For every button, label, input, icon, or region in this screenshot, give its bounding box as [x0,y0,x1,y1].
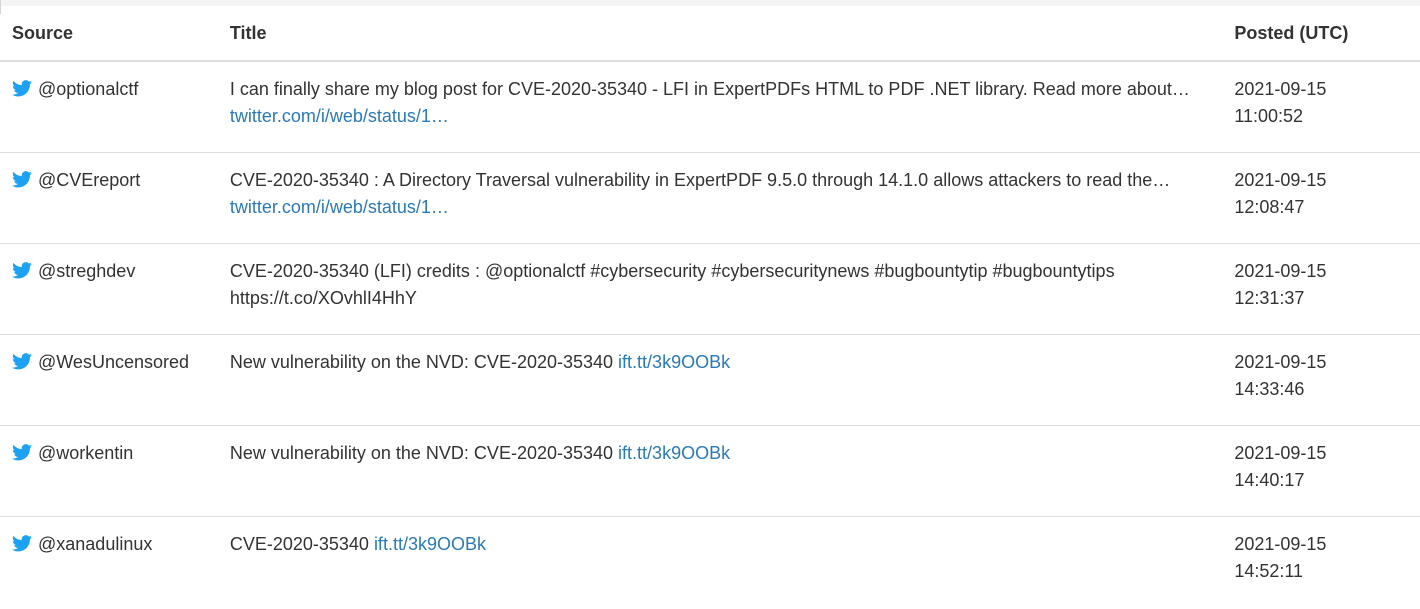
title-cell: I can finally share my blog post for CVE… [218,61,1222,153]
source-cell: @xanadulinux [0,517,218,609]
posted-date: 2021-09-15 [1234,534,1326,554]
twitter-bird-icon [12,171,32,188]
posted-time: 12:08:47 [1234,197,1304,217]
posted-cell: 2021-09-15 12:08:47 [1222,153,1420,244]
source-cell: @workentin [0,426,218,517]
posted-cell: 2021-09-15 11:00:52 [1222,61,1420,153]
tweet-text: CVE-2020-35340 [230,534,374,554]
posted-cell: 2021-09-15 14:33:46 [1222,335,1420,426]
table-row: @WesUncensored New vulnerability on the … [0,335,1420,426]
column-header-title: Title [218,6,1222,61]
column-header-source: Source [0,6,218,61]
source-handle-link[interactable]: @xanadulinux [38,534,152,554]
table-row: @optionalctf I can finally share my blog… [0,61,1420,153]
posted-cell: 2021-09-15 14:52:11 [1222,517,1420,609]
tweet-text: I can finally share my blog post for CVE… [230,79,1190,99]
tweet-link[interactable]: twitter.com/i/web/status/1… [230,106,449,126]
posted-date: 2021-09-15 [1234,261,1326,281]
source-cell: @WesUncensored [0,335,218,426]
twitter-bird-icon [12,444,32,461]
source-cell: @optionalctf [0,61,218,153]
posted-time: 14:52:11 [1234,561,1303,581]
twitter-bird-icon [12,262,32,279]
posted-time: 11:00:52 [1234,106,1303,126]
posted-cell: 2021-09-15 14:40:17 [1222,426,1420,517]
table-row: @workentin New vulnerability on the NVD:… [0,426,1420,517]
column-header-posted: Posted (UTC) [1222,6,1420,61]
tweet-link[interactable]: ift.tt/3k9OOBk [618,443,730,463]
table-row: @CVEreport CVE-2020-35340 : A Directory … [0,153,1420,244]
source-handle-link[interactable]: @WesUncensored [38,352,189,372]
posted-date: 2021-09-15 [1234,352,1326,372]
table-row: @xanadulinux CVE-2020-35340 ift.tt/3k9OO… [0,517,1420,609]
posted-time: 14:40:17 [1234,470,1304,490]
title-cell: New vulnerability on the NVD: CVE-2020-3… [218,426,1222,517]
posted-time: 14:33:46 [1234,379,1304,399]
source-cell: @streghdev [0,244,218,335]
tweet-link[interactable]: ift.tt/3k9OOBk [374,534,486,554]
table-header-row: Source Title Posted (UTC) [0,6,1420,61]
posted-cell: 2021-09-15 12:31:37 [1222,244,1420,335]
tweet-text: CVE-2020-35340 (LFI) credits : @optional… [230,261,1115,308]
twitter-bird-icon [12,80,32,97]
tweet-text: CVE-2020-35340 : A Directory Traversal v… [230,170,1170,190]
twitter-bird-icon [12,535,32,552]
posted-date: 2021-09-15 [1234,443,1326,463]
twitter-bird-icon [12,353,32,370]
posted-date: 2021-09-15 [1234,170,1326,190]
source-handle-link[interactable]: @CVEreport [38,170,140,190]
tweets-table: Source Title Posted (UTC) @optionalctf I… [0,6,1420,609]
table-row: @streghdev CVE-2020-35340 (LFI) credits … [0,244,1420,335]
title-cell: New vulnerability on the NVD: CVE-2020-3… [218,335,1222,426]
tweet-text: New vulnerability on the NVD: CVE-2020-3… [230,352,618,372]
source-cell: @CVEreport [0,153,218,244]
tweet-link[interactable]: ift.tt/3k9OOBk [618,352,730,372]
source-handle-link[interactable]: @optionalctf [38,79,138,99]
posted-date: 2021-09-15 [1234,79,1326,99]
title-cell: CVE-2020-35340 ift.tt/3k9OOBk [218,517,1222,609]
title-cell: CVE-2020-35340 : A Directory Traversal v… [218,153,1222,244]
title-cell: CVE-2020-35340 (LFI) credits : @optional… [218,244,1222,335]
source-handle-link[interactable]: @workentin [38,443,133,463]
posted-time: 12:31:37 [1234,288,1304,308]
source-handle-link[interactable]: @streghdev [38,261,135,281]
tweet-link[interactable]: twitter.com/i/web/status/1… [230,197,449,217]
tweet-text: New vulnerability on the NVD: CVE-2020-3… [230,443,618,463]
